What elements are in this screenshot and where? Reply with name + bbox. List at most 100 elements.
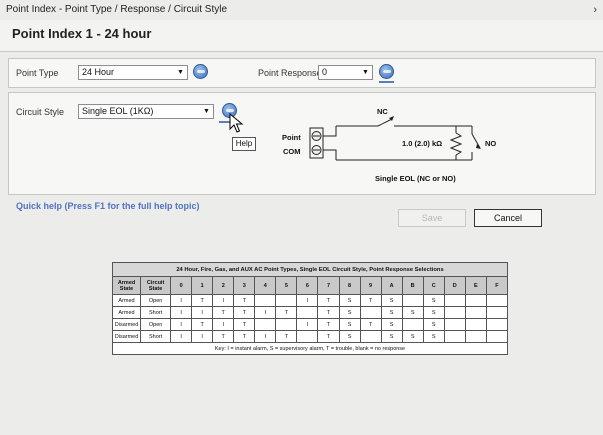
table-cell	[359, 330, 382, 343]
close-icon[interactable]: ›	[593, 0, 597, 20]
table-cell: S	[338, 294, 361, 307]
table-cell: I	[212, 318, 235, 331]
table-cell: T	[359, 318, 382, 331]
table-cell: T	[317, 306, 340, 319]
table-cell: Open	[140, 294, 172, 307]
table-header-cell: B	[401, 276, 424, 295]
table-cell: I	[254, 306, 277, 319]
response-table: 24 Hour, Fire, Gas, and AUX AC Point Typ…	[111, 262, 509, 355]
table-header-cell: A	[380, 276, 403, 295]
table-cell: S	[380, 294, 403, 307]
table-cell	[275, 318, 298, 331]
point-type-label: Point Type	[16, 68, 59, 78]
save-button[interactable]: Save	[398, 209, 466, 227]
point-response-help-icon[interactable]	[379, 64, 394, 79]
table-cell	[443, 318, 466, 331]
point-response-label: Point Response	[258, 68, 322, 78]
table-cell: Open	[140, 318, 172, 331]
table-cell: S	[338, 306, 361, 319]
table-cell: T	[212, 330, 235, 343]
table-header-cell: 5	[275, 276, 298, 295]
table-row: Armed Open I T I T I T S T S S	[111, 294, 509, 307]
table-header-cell: 2	[212, 276, 235, 295]
point-response-select[interactable]: 0 ▼	[318, 65, 373, 80]
table-cell: S	[380, 306, 403, 319]
com-terminal-label: COM	[283, 147, 301, 156]
chevron-down-icon: ▼	[177, 69, 184, 76]
table-cell: S	[422, 306, 445, 319]
table-cell	[254, 294, 277, 307]
table-header-cell: 9	[359, 276, 382, 295]
help-tooltip: Help	[232, 137, 256, 151]
table-header-cell: 4	[254, 276, 277, 295]
table-header-cell: 3	[233, 276, 256, 295]
quick-help-link[interactable]: Quick help (Press F1 for the full help t…	[16, 201, 200, 211]
page-header: Point Index 1 - 24 hour	[0, 20, 603, 52]
page-title: Point Index 1 - 24 hour	[12, 26, 152, 41]
table-title: 24 Hour, Fire, Gas, and AUX AC Point Typ…	[112, 262, 508, 277]
table-cell: Short	[140, 306, 172, 319]
table-header-cell: F	[485, 276, 509, 295]
table-cell	[485, 330, 509, 343]
point-type-select[interactable]: 24 Hour ▼	[78, 65, 188, 80]
table-cell: T	[317, 330, 340, 343]
table-cell: T	[317, 318, 340, 331]
table-key: Key: I = instant alarm, S = supervisory …	[112, 342, 508, 355]
table-cell	[254, 318, 277, 331]
table-header-row: Armed State Circuit State 0 1 2 3 4 5 6 7 8 9 A B C D E F	[111, 276, 509, 295]
table-header-cell: Circuit State	[140, 276, 172, 295]
mouse-cursor-icon	[229, 113, 244, 133]
help-link-underline	[379, 81, 394, 83]
table-header-cell: 0	[170, 276, 193, 295]
table-header-cell: E	[464, 276, 487, 295]
table-cell	[464, 306, 487, 319]
table-cell	[401, 318, 424, 331]
table-row: Disarmed Open I T I T I T S T S S	[111, 318, 509, 331]
cancel-button[interactable]: Cancel	[474, 209, 542, 227]
diagram-caption: Single EOL (NC or NO)	[375, 174, 456, 183]
table-cell: S	[338, 330, 361, 343]
table-cell: Disarmed	[111, 318, 142, 331]
table-cell: I	[254, 330, 277, 343]
table-cell: S	[401, 306, 424, 319]
table-header-cell: 7	[317, 276, 340, 295]
table-header-cell: 6	[296, 276, 319, 295]
table-cell: T	[191, 318, 214, 331]
table-cell	[464, 318, 487, 331]
table-cell: S	[401, 330, 424, 343]
table-cell	[485, 318, 509, 331]
point-type-value: 24 Hour	[82, 67, 115, 77]
table-header-cell: C	[422, 276, 445, 295]
point-terminal-label: Point	[282, 133, 301, 142]
table-cell: I	[170, 306, 193, 319]
table-cell: T	[233, 318, 256, 331]
table-header-cell: Armed State	[111, 276, 142, 295]
table-cell: I	[296, 318, 319, 331]
table-cell	[443, 330, 466, 343]
table-cell: S	[422, 318, 445, 331]
table-cell: I	[212, 294, 235, 307]
table-cell: T	[275, 306, 298, 319]
table-cell: T	[233, 306, 256, 319]
table-cell: S	[338, 318, 361, 331]
table-cell: T	[275, 330, 298, 343]
table-cell: I	[296, 294, 319, 307]
circuit-style-select[interactable]: Single EOL (1KΩ) ▼	[78, 104, 214, 119]
table-cell	[485, 294, 509, 307]
table-cell: S	[422, 294, 445, 307]
table-cell: T	[233, 330, 256, 343]
window-title: Point Index - Point Type / Response / Ci…	[0, 0, 603, 20]
nc-label: NC	[377, 107, 388, 116]
resistor-label: 1.0 (2.0) kΩ	[402, 139, 443, 148]
circuit-style-value: Single EOL (1KΩ)	[82, 106, 154, 116]
table-cell: S	[380, 330, 403, 343]
table-cell	[485, 306, 509, 319]
table-cell: I	[191, 306, 214, 319]
table-cell: I	[170, 294, 193, 307]
table-cell: T	[191, 294, 214, 307]
table-header-cell: D	[443, 276, 466, 295]
point-response-value: 0	[322, 67, 328, 77]
chevron-down-icon: ▼	[203, 108, 210, 115]
point-type-help-icon[interactable]	[193, 64, 208, 79]
table-cell: I	[170, 318, 193, 331]
